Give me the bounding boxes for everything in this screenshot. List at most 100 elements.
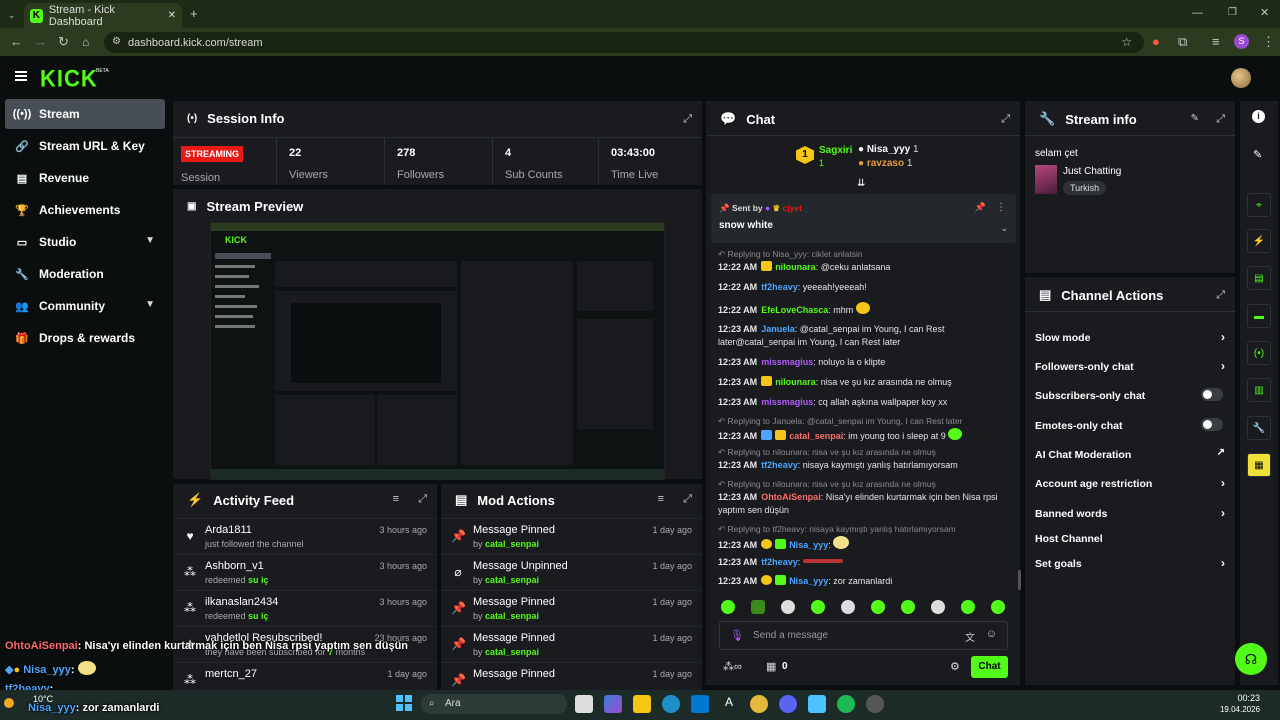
gifter-name[interactable]: Sagxiri <box>819 145 852 156</box>
category-thumbnail[interactable] <box>1035 165 1057 194</box>
user-avatar[interactable] <box>1231 68 1251 88</box>
back-icon[interactable]: ← <box>10 35 23 49</box>
rail-broadcast-icon[interactable]: (•) <box>1247 341 1271 365</box>
popout-icon[interactable]: ⤢ <box>683 493 692 506</box>
chat-message[interactable]: 12:23 AM missmagius: noluyo la o klipte <box>718 356 1010 369</box>
chat-message[interactable]: 12:23 AM OhtoAiSenpai: Nisa'yı elinden ku… <box>718 491 1010 517</box>
chat-message[interactable]: 12:22 AM EfeLoveChasca: mhm <box>718 302 1010 317</box>
pinned-message[interactable]: 📌 Sent by ● ♛ cjyet snow white 📌 ⋮ ⌄ <box>711 194 1016 243</box>
emotes-only-toggle[interactable] <box>1201 418 1223 431</box>
emote-icon[interactable] <box>991 600 1005 614</box>
channel-points-icon[interactable]: ⁂∞ <box>723 660 742 673</box>
sidebar-item-achievements[interactable]: 🏆 Achievements <box>5 195 165 225</box>
emoji-icon[interactable]: ☺ <box>986 628 997 640</box>
gifter-name[interactable]: ● ravzaso 1 <box>858 158 912 169</box>
chat-message[interactable]: 12:23 AM nilounara: nisa ve şu kız arasın… <box>718 376 1010 389</box>
taskbar-clock[interactable]: 00:23 <box>1222 693 1260 703</box>
chat-scrollbar[interactable] <box>1018 570 1021 590</box>
gifter-name[interactable]: ● Nisa_yyy 1 <box>858 144 919 155</box>
rail-tools-icon[interactable]: ▥ <box>1247 378 1271 402</box>
host-channel-setting[interactable]: Host Channel <box>1035 533 1225 545</box>
collapse-chevron-icon[interactable]: ⇊ <box>857 178 865 189</box>
emote-icon[interactable] <box>961 600 975 614</box>
taskbar-search[interactable]: ⌕ Ara <box>421 694 567 714</box>
maximize-icon[interactable]: ❐ <box>1228 6 1237 20</box>
edit-pencil-icon[interactable]: ✎ <box>1191 113 1199 124</box>
site-info-icon[interactable]: ⚙ <box>112 36 121 47</box>
expand-chevron-icon[interactable]: ⌄ <box>1000 223 1008 234</box>
browser-tab[interactable]: K Stream - Kick Dashboard ✕ <box>24 3 182 28</box>
translate-icon[interactable]: 文 <box>965 629 975 644</box>
app-icon[interactable] <box>808 695 826 713</box>
reading-list-icon[interactable]: ≡ <box>1212 35 1220 49</box>
emote-icon[interactable] <box>901 600 915 614</box>
task-view-icon[interactable] <box>575 695 593 713</box>
emote-icon[interactable] <box>781 600 795 614</box>
info-icon[interactable]: i <box>1252 110 1265 123</box>
more-options-icon[interactable]: ⋮ <box>996 202 1006 213</box>
unpin-icon[interactable]: 📌 <box>975 202 986 213</box>
sidebar-item-drops-rewards[interactable]: 🎁 Drops & rewards <box>5 323 165 353</box>
url-field[interactable]: ⚙ dashboard.kick.com/stream ☆ <box>104 32 1144 53</box>
discord-icon[interactable] <box>779 695 797 713</box>
forward-icon[interactable]: → <box>34 35 47 49</box>
emote-icon[interactable] <box>871 600 885 614</box>
popout-icon[interactable]: ⤢ <box>1216 113 1225 126</box>
browser-menu-icon[interactable]: ⋮ <box>1262 35 1275 49</box>
tab-list-icon[interactable]: ⌄ <box>8 8 16 22</box>
sidebar-item-stream-url-key[interactable]: 🔗 Stream URL & Key <box>5 131 165 161</box>
chat-message[interactable]: 12:23 AM Nisa_yyy: zor zamanlardi <box>718 575 1010 588</box>
windows-start-icon[interactable] <box>396 695 412 711</box>
followers-only-setting[interactable]: Followers-only chat › <box>1035 359 1225 373</box>
extension-icon[interactable]: ● <box>1152 35 1160 49</box>
taskbar-date[interactable]: 19.04.2026 <box>1196 705 1260 714</box>
close-window-icon[interactable]: ✕ <box>1260 6 1269 20</box>
chat-message[interactable]: 12:23 AM missmagius: cq allah aşkına wall… <box>718 396 1010 409</box>
stream-preview-video[interactable]: KICK <box>210 222 665 480</box>
sidebar-item-studio[interactable]: ▭ Studio ▼ <box>5 227 165 257</box>
chat-message[interactable]: 12:22 AM tf2heavy: yeeeah!yeeeah! <box>718 281 1010 294</box>
popout-icon[interactable]: ⤢ <box>418 493 427 506</box>
chat-message[interactable]: 12:23 AM tf2heavy: nisaya kaymıştı yanlış… <box>718 459 1010 472</box>
hamburger-menu-icon[interactable] <box>15 71 27 81</box>
new-tab-icon[interactable]: + <box>190 7 198 21</box>
sidebar-item-moderation[interactable]: 🔧 Moderation <box>5 259 165 289</box>
app-icon[interactable] <box>866 695 884 713</box>
sidebar-item-community[interactable]: 👥 Community ▼ <box>5 291 165 321</box>
rail-chat-icon[interactable]: ▬ <box>1247 304 1271 328</box>
banned-words-setting[interactable]: Banned words › <box>1035 506 1225 520</box>
spotify-icon[interactable] <box>837 695 855 713</box>
chrome-icon[interactable] <box>750 695 768 713</box>
emote-icon[interactable] <box>751 600 765 614</box>
chat-message[interactable]: 12:23 AM catal_senpai: im young too i sle… <box>718 428 1010 443</box>
sidebar-item-revenue[interactable]: ▤ Revenue <box>5 163 165 193</box>
rail-lightning-icon[interactable]: ⚡ <box>1247 229 1271 253</box>
account-age-setting[interactable]: Account age restriction › <box>1035 476 1225 490</box>
rail-document-icon[interactable]: ▤ <box>1247 266 1271 290</box>
ai-moderation-setting[interactable]: AI Chat Moderation ↗ <box>1035 447 1225 461</box>
home-icon[interactable]: ⌂ <box>82 35 89 49</box>
subscribers-only-toggle[interactable] <box>1201 388 1223 401</box>
file-explorer-icon[interactable] <box>633 695 651 713</box>
chat-send-button[interactable]: Chat <box>971 656 1008 678</box>
minimize-icon[interactable]: — <box>1192 6 1203 20</box>
filter-icon[interactable]: ≡ <box>393 493 399 505</box>
rail-camera-icon[interactable]: ⌖ <box>1247 193 1271 217</box>
edge-icon[interactable] <box>662 695 680 713</box>
rewards-icon[interactable]: ▦ <box>766 660 776 673</box>
help-support-icon[interactable]: ☊ <box>1235 643 1267 675</box>
chat-message[interactable]: 12:23 AM tf2heavy: <box>718 556 1010 569</box>
chat-input[interactable]: 🎙 Send a message 文 ☺ <box>719 621 1008 650</box>
category-name[interactable]: Just Chatting <box>1063 166 1121 177</box>
filter-icon[interactable]: ≡ <box>658 493 664 505</box>
popout-icon[interactable]: ⤢ <box>1001 113 1010 126</box>
emote-icon[interactable] <box>841 600 855 614</box>
weather-icon[interactable] <box>4 694 28 714</box>
tab-close-icon[interactable]: ✕ <box>168 10 176 21</box>
chat-message[interactable]: 12:22 AM nilounara: @ceku anlatsana <box>718 261 1010 274</box>
rail-wrench-icon[interactable]: 🔧 <box>1247 416 1271 440</box>
slow-mode-setting[interactable]: Slow mode › <box>1035 330 1225 344</box>
extensions-puzzle-icon[interactable]: ⧉ <box>1178 35 1187 49</box>
emote-icon[interactable] <box>721 600 735 614</box>
rail-calendar-icon[interactable]: ▦ <box>1247 453 1271 477</box>
